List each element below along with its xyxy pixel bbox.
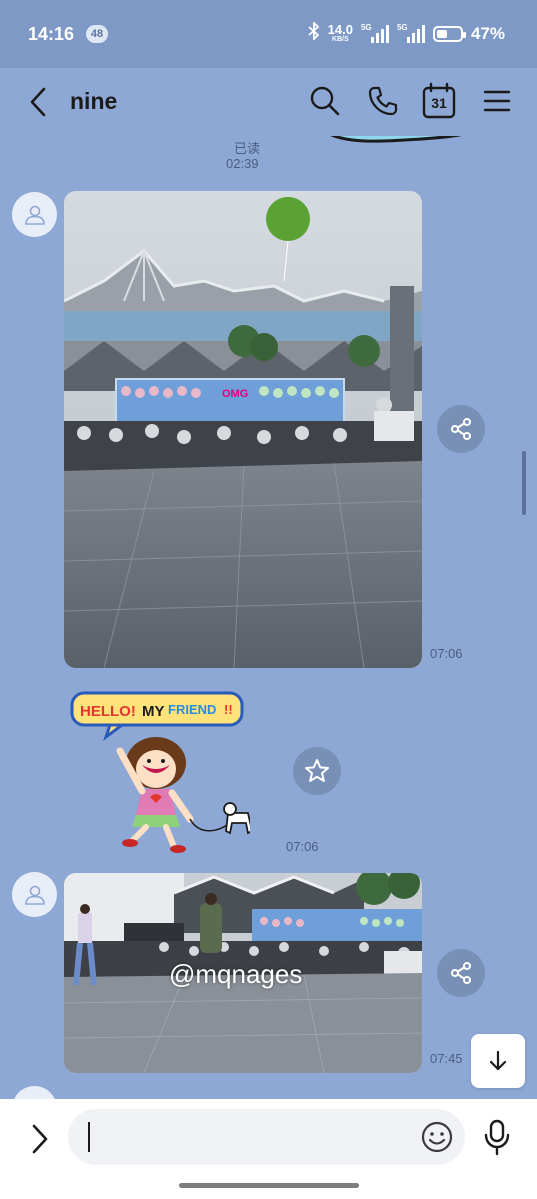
photo-message[interactable]: OMG — [64, 191, 422, 668]
message-input[interactable] — [88, 1122, 408, 1152]
message-time: 07:06 — [286, 839, 319, 854]
user-icon — [24, 885, 45, 905]
read-receipt: 已读 — [234, 141, 261, 156]
avatar[interactable] — [12, 1086, 57, 1099]
expand-toolbar-button[interactable] — [24, 1121, 54, 1157]
avatar[interactable] — [12, 872, 57, 917]
message-input-container — [68, 1109, 465, 1165]
signal-strength-icon: 5G — [360, 22, 389, 43]
share-icon — [451, 962, 471, 984]
network-speed: 14.0 KB/S — [328, 23, 353, 44]
scroll-to-bottom-button[interactable] — [471, 1034, 525, 1088]
share-button[interactable] — [437, 949, 485, 997]
status-indicators: 14.0 KB/S 5G 5G 47% — [308, 20, 505, 45]
menu-button[interactable] — [480, 84, 514, 118]
message-time: 07:06 — [430, 646, 463, 661]
scrollbar[interactable] — [522, 451, 526, 515]
message-time: 07:45 — [430, 1051, 463, 1066]
mic-icon — [484, 1119, 510, 1156]
signal-type-label: 5G — [360, 22, 372, 32]
photo-stadium-crowd: OMG — [64, 191, 422, 668]
phone-icon — [368, 86, 398, 116]
back-button[interactable] — [24, 84, 54, 120]
input-bar — [0, 1099, 537, 1199]
network-speed-unit: KB/S — [331, 36, 349, 43]
search-button[interactable] — [308, 84, 342, 118]
sticker-girl-dog: HELLO! MY FRIEND !! — [70, 691, 254, 853]
sticker-text-my: MY — [142, 703, 165, 720]
sticker-text-friend: FRIEND — [168, 702, 216, 717]
menu-icon — [483, 90, 511, 112]
chat-header: nine 31 — [0, 68, 537, 136]
calendar-day: 31 — [431, 95, 447, 111]
banner-text: OMG — [222, 388, 248, 400]
user-icon — [24, 205, 45, 225]
arrow-down-icon — [489, 1050, 507, 1071]
network-speed-value: 14.0 — [327, 22, 353, 37]
bluetooth-icon — [308, 20, 320, 45]
sticker-text-hello: HELLO! — [80, 703, 136, 720]
voice-input-button[interactable] — [482, 1117, 512, 1157]
avatar[interactable] — [12, 192, 57, 237]
sticker-partial-top[interactable] — [310, 136, 500, 166]
home-indicator[interactable] — [179, 1183, 359, 1188]
battery-percent: 47% — [470, 23, 505, 43]
chevron-right-icon — [32, 1124, 48, 1154]
share-icon — [451, 418, 471, 440]
signal-strength-icon-2: 5G — [396, 22, 425, 43]
share-button[interactable] — [437, 405, 485, 453]
favorite-sticker-button[interactable] — [293, 747, 341, 795]
call-button[interactable] — [366, 84, 400, 118]
photo-watermark: @mqnages — [169, 959, 303, 989]
status-bar: 14:16 48 14.0 KB/S 5G 5G 47% — [0, 0, 537, 68]
calendar-button[interactable]: 31 — [421, 82, 457, 120]
back-icon — [30, 87, 46, 117]
sticker-message[interactable]: HELLO! MY FRIEND !! — [70, 691, 254, 856]
search-icon — [310, 86, 340, 116]
battery-fill — [436, 29, 448, 38]
message-time: 02:39 — [226, 156, 259, 171]
emoji-icon — [421, 1121, 453, 1153]
notification-badge: 48 — [86, 25, 108, 43]
battery-icon — [432, 25, 466, 42]
star-icon — [305, 759, 329, 782]
photo-message[interactable]: @mqnages — [64, 873, 422, 1073]
sticker-text-exclaim: !! — [224, 702, 233, 717]
chat-area[interactable]: 已读 02:39 OMG 07:06 HELLO! MY FRIEND !! 0… — [0, 136, 537, 1099]
signal-type-label-2: 5G — [396, 22, 408, 32]
emoji-button[interactable] — [419, 1119, 455, 1155]
chat-title: nine — [70, 88, 118, 114]
status-time: 14:16 — [28, 24, 75, 44]
